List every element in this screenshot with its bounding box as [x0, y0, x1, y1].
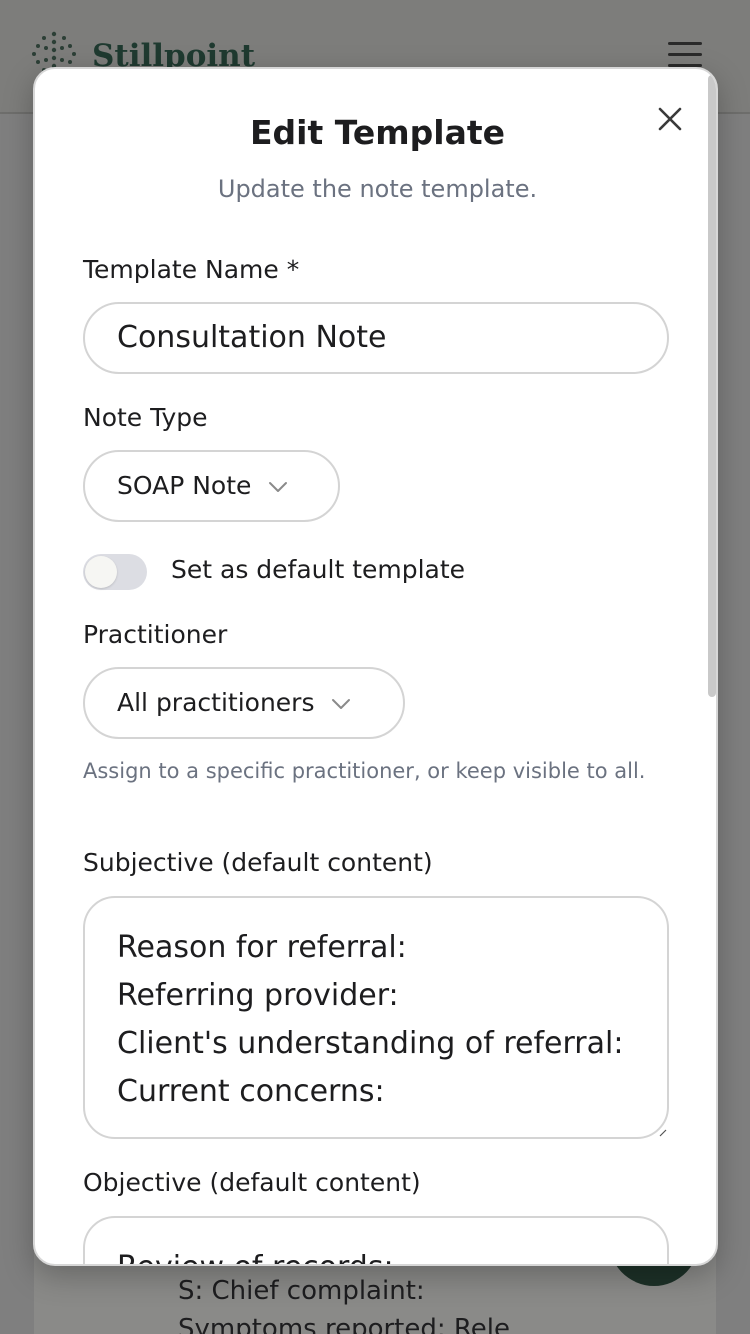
objective-line: Review of records: — [117, 1244, 635, 1264]
note-type-select[interactable]: SOAP Note — [83, 450, 340, 522]
template-name-input[interactable]: Consultation Note — [83, 302, 669, 374]
chevron-down-icon — [332, 699, 351, 709]
modal-title: Edit Template — [250, 113, 505, 152]
practitioner-select[interactable]: All practitioners — [83, 667, 405, 739]
resize-handle-icon[interactable] — [659, 1129, 667, 1137]
background-note-line: Symptoms reported: Rele — [178, 1314, 511, 1334]
objective-textarea[interactable]: Review of records: — [83, 1216, 669, 1264]
note-type-selected: SOAP Note — [117, 471, 252, 500]
subjective-label: Subjective (default content) — [83, 848, 433, 877]
toggle-knob — [85, 556, 117, 588]
subjective-line: Referring provider: — [117, 978, 399, 1013]
objective-label: Objective (default content) — [83, 1168, 421, 1197]
practitioner-helper-text: Assign to a specific practitioner, or ke… — [83, 759, 646, 783]
practitioner-label: Practitioner — [83, 620, 228, 649]
subjective-line: Client's understanding of referral: — [117, 1026, 624, 1061]
chevron-down-icon — [269, 482, 288, 492]
background-note-line: S: Chief complaint: — [178, 1276, 425, 1306]
hamburger-menu-icon[interactable] — [668, 42, 702, 68]
modal-subtitle: Update the note template. — [217, 175, 538, 203]
note-type-label: Note Type — [83, 403, 208, 432]
modal-scrollbar[interactable] — [708, 75, 716, 697]
subjective-line: Current concerns: — [117, 1074, 385, 1109]
practitioner-selected: All practitioners — [117, 688, 315, 717]
subjective-line: Reason for referral: — [117, 930, 407, 965]
default-template-label: Set as default template — [171, 555, 466, 584]
subjective-textarea[interactable]: Reason for referral: Referring provider:… — [83, 896, 669, 1139]
edit-template-modal: Edit Template Update the note template. … — [33, 67, 718, 1266]
default-template-toggle[interactable] — [83, 554, 147, 590]
template-name-label: Template Name * — [83, 255, 300, 284]
